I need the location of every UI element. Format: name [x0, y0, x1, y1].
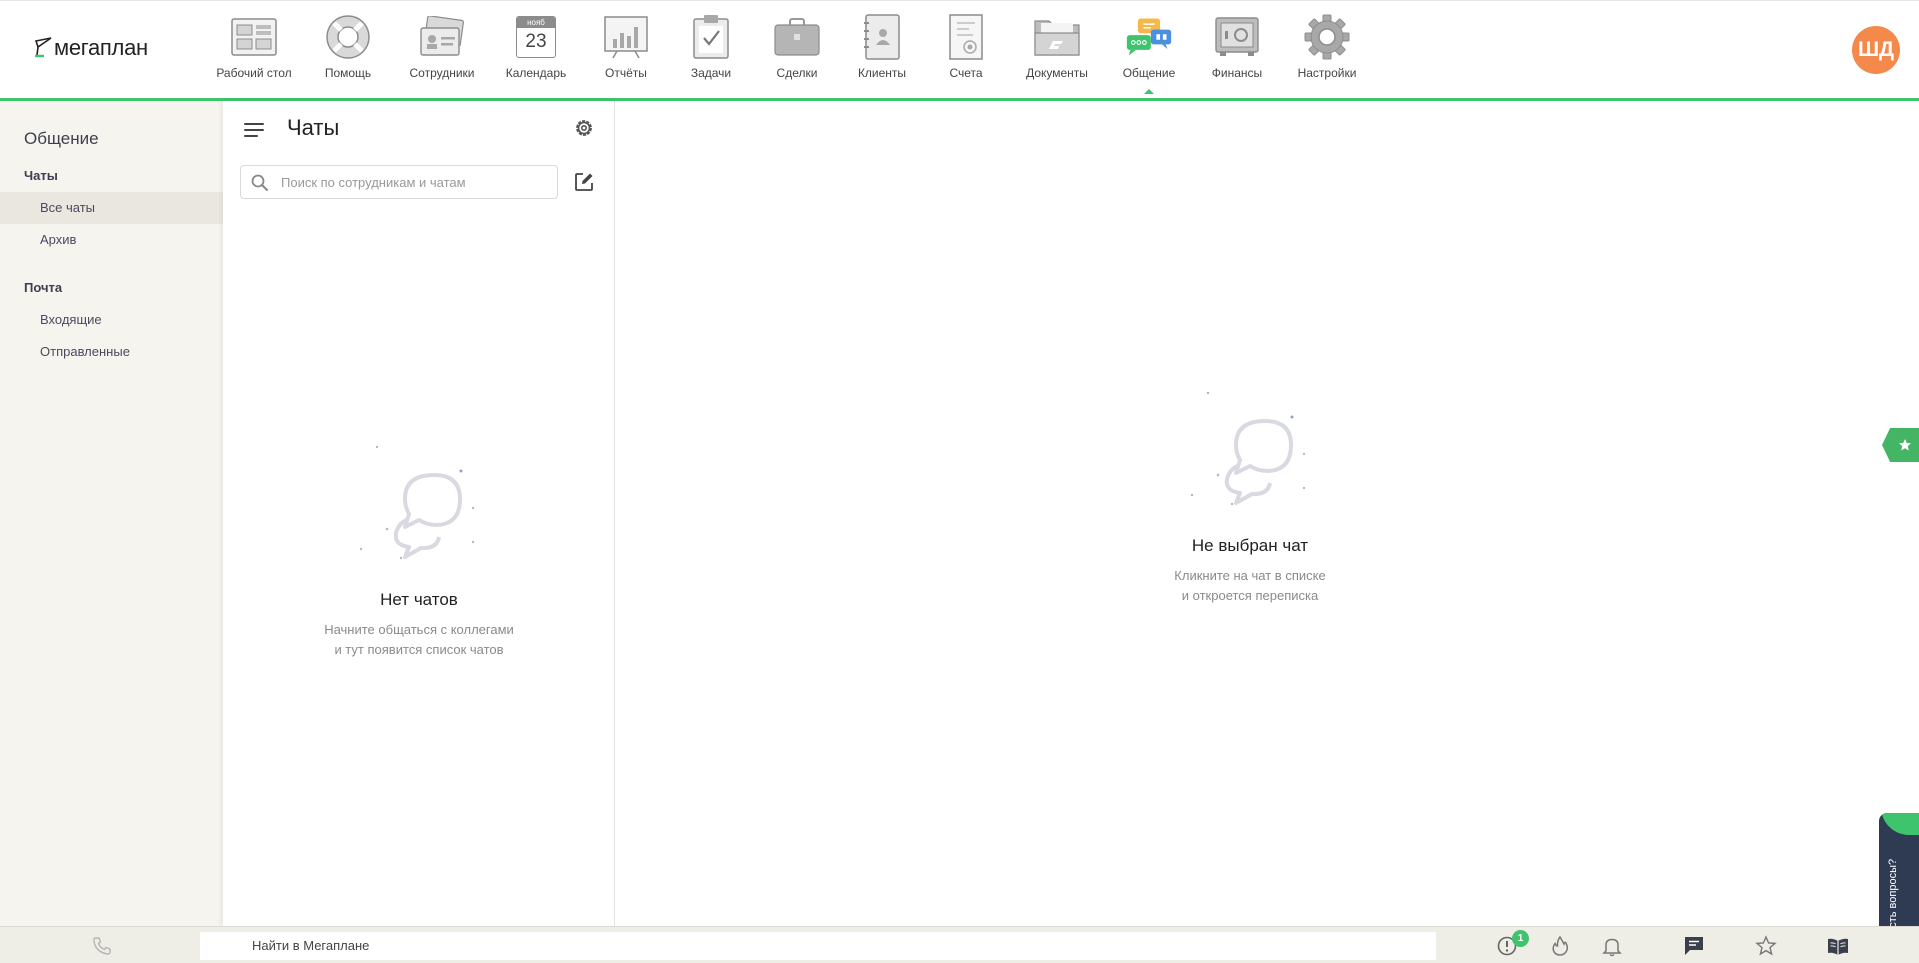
nav-deals[interactable]: Сделки [754, 13, 840, 80]
no-chat-hint-line: и откроется переписка [1181, 588, 1319, 603]
nav-label: Сотрудники [409, 66, 475, 80]
chat-search-box[interactable] [240, 165, 558, 199]
nav-desktop[interactable]: Рабочий стол [208, 13, 300, 80]
chart-board-icon [604, 16, 648, 59]
bell-icon[interactable] [1601, 935, 1623, 957]
desktop-icon [231, 18, 277, 56]
menu-section-mail[interactable]: Почта [24, 280, 62, 295]
empty-chats-block: Нет чатов Начните общаться с коллегами и… [223, 441, 615, 660]
help-leaf-decoration [1881, 813, 1919, 835]
bottom-bar: Найти в Мегаплане 1 [0, 926, 1919, 963]
chat-bubbles-icon [1126, 18, 1172, 56]
nav-label: Документы [1026, 66, 1088, 80]
empty-chats-hint-line: и тут появится список чатов [334, 642, 504, 657]
chat-settings-icon[interactable] [573, 117, 595, 139]
nav-label: Финансы [1211, 66, 1263, 80]
star-outline-icon[interactable] [1755, 935, 1777, 957]
nav-label: Помощь [324, 66, 372, 80]
user-avatar[interactable]: ШД [1852, 26, 1900, 74]
nav-staff[interactable]: Сотрудники [396, 13, 488, 80]
favorites-tab[interactable] [1882, 428, 1919, 462]
megaplan-logo[interactable]: мегаплан [34, 35, 148, 61]
nav-label: Задачи [690, 66, 732, 80]
help-questions-tab[interactable]: Есть вопросы? [1879, 813, 1919, 939]
new-chat-icon[interactable] [573, 171, 595, 193]
nav-calendar[interactable]: нояб 23 Календарь [488, 13, 584, 80]
chat-list-title: Чаты [287, 115, 340, 140]
logo-text: мегаплан [54, 35, 148, 60]
help-tab-label: Есть вопросы? [1887, 858, 1899, 935]
nav-clients[interactable]: Клиенты [840, 13, 924, 80]
menu-section-chats[interactable]: Чаты [24, 168, 58, 183]
clipboard-check-icon [693, 15, 729, 59]
nav-label: Общение [1122, 66, 1176, 80]
nav-label: Отчёты [605, 66, 647, 80]
logo-plane-icon [34, 37, 52, 58]
nav-documents[interactable]: Документы [1008, 13, 1106, 80]
top-navigation: мегаплан Рабочий стол Помощь Сотрудники … [0, 0, 1919, 101]
address-book-icon [864, 14, 900, 60]
safe-icon [1215, 17, 1259, 56]
id-cards-icon [420, 16, 464, 56]
nav-help[interactable]: Помощь [300, 13, 396, 80]
nav-reports[interactable]: Отчёты [584, 13, 668, 80]
menu-item-all-chats[interactable]: Все чаты [0, 192, 223, 224]
nav-label: Счета [949, 66, 983, 80]
calendar-icon: нояб 23 [516, 16, 556, 58]
no-chat-title: Не выбран чат [1191, 536, 1309, 555]
nav-finance[interactable]: Финансы [1192, 13, 1282, 80]
section-title: Общение [24, 129, 99, 148]
no-chat-hint-line: Кликните на чат в списке [1174, 568, 1326, 583]
empty-chats-hint-line: Начните общаться с коллегами [324, 622, 514, 637]
book-icon[interactable] [1826, 935, 1850, 957]
folder-icon [1034, 20, 1080, 56]
no-chat-hint: Кликните на чат в списке и откроется пер… [1080, 566, 1420, 606]
nav-tasks[interactable]: Задачи [668, 13, 754, 80]
empty-chats-illustration [359, 445, 475, 560]
empty-chats-hint: Начните общаться с коллегами и тут появи… [223, 620, 615, 660]
nav-label: Рабочий стол [216, 66, 292, 80]
calendar-month: нояб [517, 17, 555, 28]
phone-icon[interactable] [92, 936, 112, 956]
hamburger-menu-icon[interactable] [243, 119, 265, 141]
module-nav: Рабочий стол Помощь Сотрудники нояб 23 К… [208, 13, 1372, 94]
chat-search-input[interactable] [281, 171, 551, 193]
nav-label: Сделки [776, 66, 818, 80]
fire-icon[interactable] [1549, 935, 1571, 957]
chat-list-panel: Чаты Нет чатов Начните общат [223, 101, 615, 926]
briefcase-icon [774, 18, 820, 56]
menu-item-sent[interactable]: Отправленные [0, 336, 223, 368]
menu-item-inbox[interactable]: Входящие [0, 304, 223, 336]
search-icon [251, 174, 268, 191]
nav-communication[interactable]: Общение [1106, 13, 1192, 94]
nav-label: Настройки [1297, 66, 1357, 80]
star-icon [1899, 439, 1911, 451]
no-chat-selected-block: Не выбран чат Кликните на чат в списке и… [1080, 387, 1420, 606]
empty-chats-title: Нет чатов [380, 590, 458, 609]
no-chat-illustration [1190, 391, 1306, 506]
nav-label: Календарь [505, 66, 567, 80]
nav-settings[interactable]: Настройки [1282, 13, 1372, 80]
chat-icon[interactable] [1683, 935, 1705, 957]
menu-item-archive[interactable]: Архив [0, 224, 223, 256]
section-menu: Общение Чаты Все чаты Архив Почта Входящ… [0, 101, 223, 926]
global-search-label: Найти в Мегаплане [252, 938, 370, 953]
global-search-field[interactable]: Найти в Мегаплане [200, 932, 1436, 960]
notification-badge: 1 [1512, 930, 1529, 947]
nav-invoices[interactable]: Счета [924, 13, 1008, 80]
lifebuoy-icon [326, 15, 370, 59]
gear-icon [1304, 14, 1350, 60]
invoice-icon [949, 14, 983, 60]
nav-label: Клиенты [857, 66, 907, 80]
chat-view-panel: Не выбран чат Кликните на чат в списке и… [616, 101, 1919, 939]
calendar-day: 23 [525, 31, 547, 52]
